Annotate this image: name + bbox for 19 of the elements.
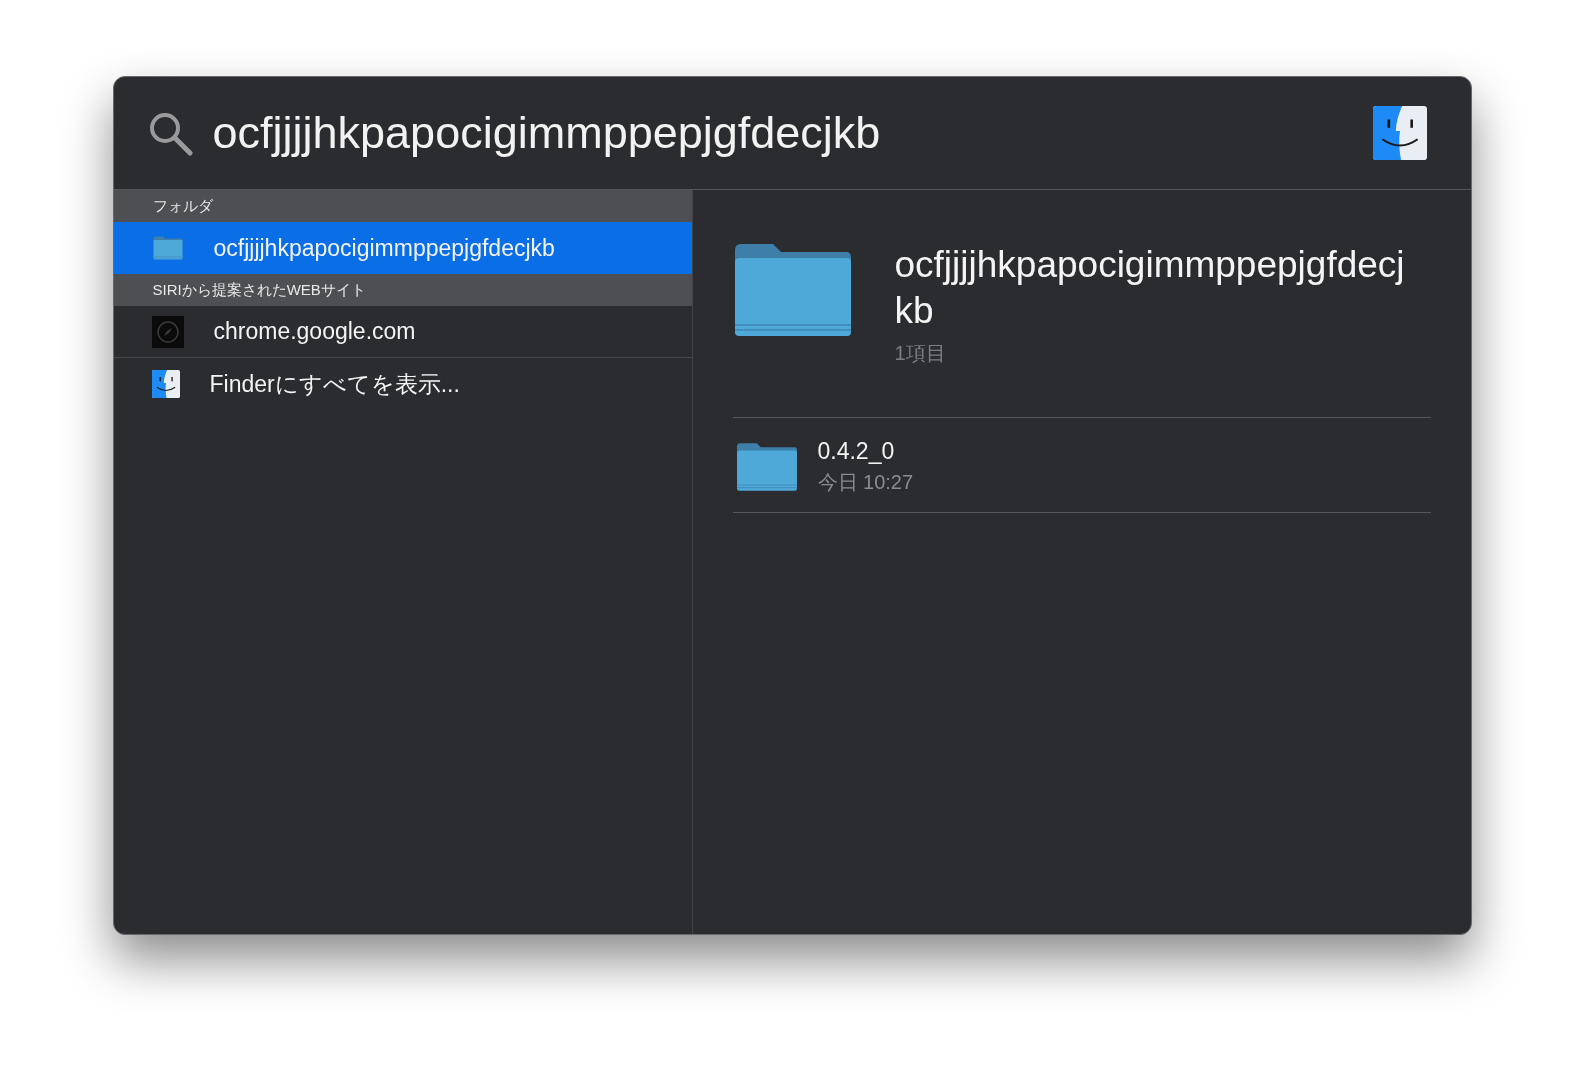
finder-icon [151, 370, 180, 398]
section-header: SIRIから提案されたWEBサイト [113, 274, 692, 306]
result-item[interactable]: ocfjjjjhkpapocigimmppepjgfdecjkb [113, 222, 692, 274]
folder-icon [735, 442, 798, 492]
section-header: フォルダ [113, 190, 692, 222]
folder-icon [732, 242, 853, 338]
folder-icon [151, 236, 184, 260]
item-date: 今日 10:27 [817, 470, 914, 495]
result-label: ocfjjjjhkpapocigimmppepjgfdecjkb [213, 234, 555, 262]
show-all-label: Finderにすべてを表示... [209, 369, 460, 399]
compass-icon [151, 315, 184, 348]
item-name: 0.4.2_0 [817, 438, 896, 465]
preview-subtitle: 1項目 [894, 341, 947, 366]
preview-title: ocfjjjjhkpapocigimmppepjgfdecjkb [894, 243, 1406, 333]
finder-icon [1372, 106, 1427, 160]
search-field[interactable]: ocfjjjjhkpapocigimmppepjgfdecjkb [212, 107, 1353, 159]
show-all-item[interactable]: Finderにすべてを表示... [113, 358, 692, 410]
result-label: chrome.google.com [213, 318, 416, 345]
result-item[interactable]: chrome.google.com [113, 306, 692, 358]
